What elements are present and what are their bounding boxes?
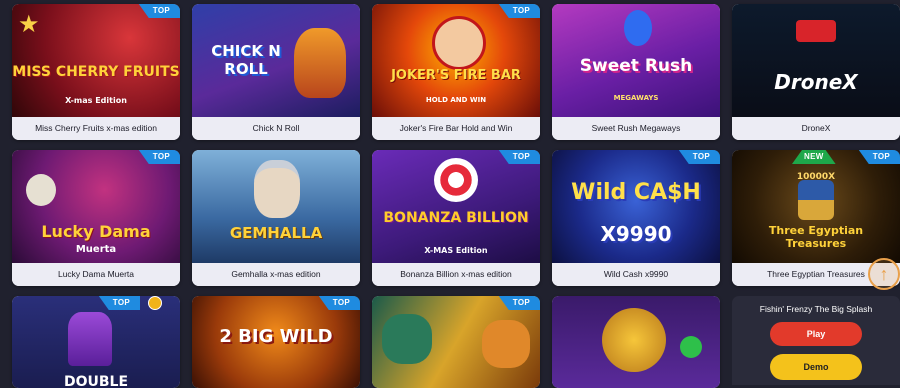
genie-illustration <box>624 10 652 46</box>
game-title[interactable]: Sweet Rush Megaways <box>552 117 720 140</box>
game-art-title: DOUBLE <box>63 374 129 388</box>
game-art-title: DroneX <box>774 70 858 94</box>
game-art-title: GEMHALLA <box>229 224 323 242</box>
game-title[interactable]: Lucky Dama Muerta <box>12 263 180 286</box>
top-badge: TOP <box>858 150 900 164</box>
game-art-title: Sweet Rush <box>579 56 693 76</box>
rooster-illustration <box>294 28 346 98</box>
viking-illustration <box>254 160 300 218</box>
play-button[interactable]: Play <box>770 322 862 346</box>
game-art-subtitle: X9990 <box>600 222 672 246</box>
game-thumbnail[interactable]: 10000X Three Egyptian Treasures NEW TOP <box>732 150 900 263</box>
game-card-dragon-tiger[interactable]: TOP <box>372 296 540 388</box>
firework-rocket-illustration <box>68 312 112 366</box>
game-card-double[interactable]: DOUBLE TOP <box>12 296 180 388</box>
game-art-title: MISS CHERRY FRUITS <box>12 64 180 80</box>
game-thumbnail[interactable]: Wild CA$H X9990 TOP <box>552 150 720 263</box>
game-thumbnail[interactable]: TOP <box>372 296 540 388</box>
game-card-big-wild-buffalo[interactable]: 2 BIG WILD TOP <box>192 296 360 388</box>
game-title[interactable]: DroneX <box>732 117 900 140</box>
green-skull-icon <box>680 336 702 358</box>
game-card-dronex[interactable]: DroneX DroneX <box>732 4 900 140</box>
game-card-gemhalla[interactable]: GEMHALLA Gemhalla x-mas edition <box>192 150 360 286</box>
game-title[interactable]: Bonanza Billion x-mas edition <box>372 263 540 286</box>
game-card-chick-n-roll[interactable]: CHICK N ROLL Chick N Roll <box>192 4 360 140</box>
game-art-title: Three Egyptian Treasures <box>768 224 864 250</box>
star-icon: ★ <box>18 11 40 38</box>
game-art-title: CHICK N ROLL <box>211 42 281 78</box>
skull-illustration <box>26 174 56 206</box>
top-badge: TOP <box>498 150 540 164</box>
arrow-up-icon: ↑ <box>879 264 889 284</box>
game-art-subtitle: X-MAS Edition <box>424 246 488 255</box>
new-badge: NEW <box>792 150 836 164</box>
game-title[interactable]: Miss Cherry Fruits x-mas edition <box>12 117 180 140</box>
top-badge: TOP <box>678 150 720 164</box>
game-card-miss-cherry-fruits[interactable]: ★ MISS CHERRY FRUITS X-mas Edition TOP M… <box>12 4 180 140</box>
game-thumbnail[interactable]: DOUBLE TOP <box>12 296 180 388</box>
game-art-title: Lucky Dama <box>41 222 151 241</box>
joker-illustration <box>432 16 486 70</box>
game-thumbnail[interactable]: JOKER'S FIRE BAR HOLD AND WIN TOP <box>372 4 540 117</box>
game-art-subtitle: X-mas Edition <box>65 96 127 105</box>
top-badge: TOP <box>498 4 540 18</box>
top-badge: TOP <box>318 296 360 310</box>
game-art-title: Wild CA$H <box>571 180 701 205</box>
game-thumbnail[interactable]: ★ MISS CHERRY FRUITS X-mas Edition TOP <box>12 4 180 117</box>
game-card-jokers-fire-bar[interactable]: JOKER'S FIRE BAR HOLD AND WIN TOP Joker'… <box>372 4 540 140</box>
game-title[interactable]: Wild Cash x9990 <box>552 263 720 286</box>
game-thumbnail[interactable]: GEMHALLA <box>192 150 360 263</box>
game-art-subtitle: HOLD AND WIN <box>425 96 487 104</box>
dragon-illustration <box>382 314 432 364</box>
hot-icon <box>148 296 162 310</box>
game-grid: ★ MISS CHERRY FRUITS X-mas Edition TOP M… <box>0 0 900 388</box>
game-thumbnail[interactable]: 2 BIG WILD TOP <box>192 296 360 388</box>
game-card-sweet-rush[interactable]: Sweet Rush MEGAWAYS Sweet Rush Megaways <box>552 4 720 140</box>
game-card-wild-cash[interactable]: Wild CA$H X9990 TOP Wild Cash x9990 <box>552 150 720 286</box>
game-thumbnail[interactable] <box>552 296 720 388</box>
game-thumbnail[interactable]: CHICK N ROLL <box>192 4 360 117</box>
demo-button[interactable]: Demo <box>770 354 862 380</box>
featured-game-panel: Fishin' Frenzy The Big Splash Play Demo <box>732 296 900 385</box>
featured-game-title: Fishin' Frenzy The Big Splash <box>759 304 873 314</box>
pharaoh-illustration <box>798 180 834 220</box>
top-badge: TOP <box>138 150 180 164</box>
drone-icon <box>796 20 836 42</box>
game-thumbnail[interactable]: Sweet Rush MEGAWAYS <box>552 4 720 117</box>
game-title[interactable]: Joker's Fire Bar Hold and Win <box>372 117 540 140</box>
game-art-title: BONANZA BILLION <box>383 210 529 226</box>
game-title[interactable]: Chick N Roll <box>192 117 360 140</box>
game-art-title: JOKER'S FIRE BAR <box>391 68 521 83</box>
game-thumbnail[interactable]: DroneX <box>732 4 900 117</box>
game-thumbnail[interactable]: Lucky Dama Muerta TOP <box>12 150 180 263</box>
game-title[interactable]: Gemhalla x-mas edition <box>192 263 360 286</box>
tiger-illustration <box>482 320 530 368</box>
game-thumbnail[interactable]: BONANZA BILLION X-MAS Edition TOP <box>372 150 540 263</box>
game-art-title: 2 BIG WILD <box>219 326 333 347</box>
golden-idol-illustration <box>602 308 666 372</box>
game-art-subtitle: MEGAWAYS <box>613 94 659 102</box>
game-card-lucky-dama-muerta[interactable]: Lucky Dama Muerta TOP Lucky Dama Muerta <box>12 150 180 286</box>
scroll-to-top-button[interactable]: ↑ <box>868 258 900 290</box>
game-card-bonanza-billion[interactable]: BONANZA BILLION X-MAS Edition TOP Bonanz… <box>372 150 540 286</box>
game-card-aztec-gems[interactable] <box>552 296 720 388</box>
game-art-subtitle: Muerta <box>75 244 117 255</box>
top-badge: TOP <box>98 296 140 310</box>
top-badge: TOP <box>138 4 180 18</box>
candy-icon <box>434 158 478 202</box>
top-badge: TOP <box>498 296 540 310</box>
